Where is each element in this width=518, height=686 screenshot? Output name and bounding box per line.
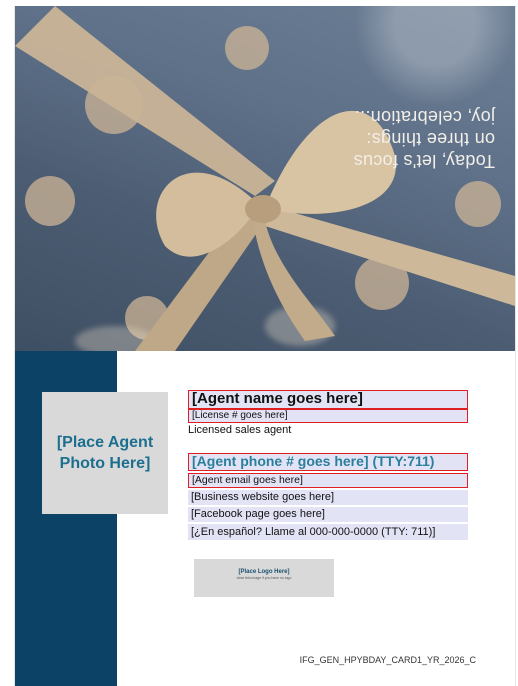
facebook-page-field[interactable]: [Facebook page goes here]	[188, 507, 468, 522]
greeting-line: on three things:	[366, 129, 495, 149]
bow-knot	[245, 195, 281, 223]
gift-bow-photo: Today, let's focus on three things: joy,…	[15, 6, 515, 351]
greeting-line: Today, let's focus	[353, 151, 495, 171]
greeting-text: Today, let's focus on three things: joy,…	[295, 106, 495, 172]
spanish-phone-field[interactable]: [¿En español? Llame al 000-000-0000 (TTY…	[188, 524, 468, 540]
ribbon-band	[15, 6, 275, 196]
agent-email-field[interactable]: [Agent email goes here]	[188, 473, 468, 488]
agent-phone-field[interactable]: [Agent phone # goes here] (TTY:711)	[188, 453, 468, 471]
license-field[interactable]: [License # goes here]	[188, 409, 468, 423]
agent-photo-placeholder[interactable]: [Place Agent Photo Here]	[42, 392, 168, 514]
logo-placeholder-title: [Place Logo Here]	[238, 569, 290, 575]
business-website-field[interactable]: [Business website goes here]	[188, 490, 468, 505]
logo-placeholder-subtitle: clear this image if you have no logo	[236, 576, 292, 580]
document-code: IFG_GEN_HPYBDAY_CARD1_YR_2026_C	[299, 655, 476, 665]
agent-name-field[interactable]: [Agent name goes here]	[188, 390, 468, 409]
logo-placeholder[interactable]: [Place Logo Here] clear this image if yo…	[194, 559, 334, 597]
agent-title: Licensed sales agent	[188, 424, 292, 436]
ribbon-band	[265, 206, 515, 306]
photo-placeholder-line: [Place Agent	[56, 434, 154, 451]
greeting-line: joy, celebration...	[354, 107, 495, 127]
ribbon-bow	[15, 6, 515, 351]
photo-placeholder-line: Photo Here]	[59, 455, 151, 472]
